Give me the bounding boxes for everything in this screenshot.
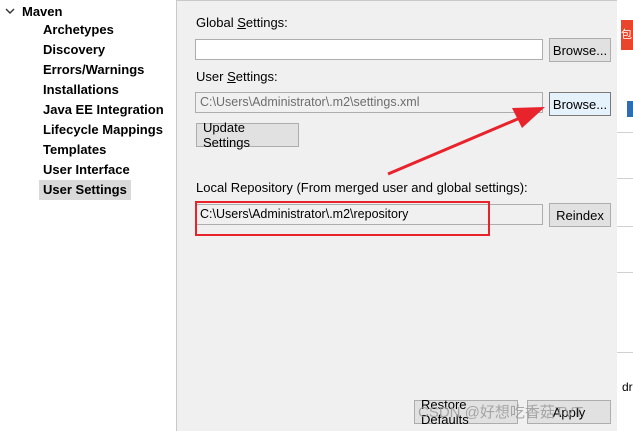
user-browse-button[interactable]: Browse... — [549, 92, 611, 116]
panel-top-border — [177, 0, 617, 1]
update-settings-button[interactable]: Update Settings — [196, 120, 299, 150]
tree-item-discovery[interactable]: Discovery — [39, 40, 109, 60]
preferences-tree: Maven Archetypes Discovery Errors/Warnin… — [0, 0, 176, 431]
user-settings-input[interactable]: C:\Users\Administrator\.m2\settings.xml — [195, 92, 543, 113]
tree-item-installations[interactable]: Installations — [39, 80, 123, 100]
background-line — [617, 226, 633, 227]
tree-item-errors-warnings[interactable]: Errors/Warnings — [39, 60, 148, 80]
annotation-highlight-box — [195, 201, 490, 236]
global-browse-button[interactable]: Browse... — [549, 38, 611, 62]
watermark: CSDN @好想吃香菇TVT — [418, 404, 584, 421]
background-line — [617, 272, 633, 273]
global-settings-label: Global Settings: — [196, 15, 288, 30]
tree-item-templates[interactable]: Templates — [39, 140, 110, 160]
tree-item-user-settings[interactable]: User Settings — [39, 180, 131, 200]
tree-node-label: Maven — [22, 3, 63, 19]
user-settings-label: User Settings: — [196, 69, 278, 84]
tree-item-archetypes[interactable]: Archetypes — [39, 20, 118, 40]
tree-item-user-interface[interactable]: User Interface — [39, 160, 134, 180]
background-window-edge — [617, 0, 633, 431]
tree-item-lifecycle-mappings[interactable]: Lifecycle Mappings — [39, 120, 167, 140]
background-line — [617, 352, 633, 353]
local-repository-label: Local Repository (From merged user and g… — [196, 180, 528, 195]
global-settings-input[interactable] — [195, 39, 543, 60]
background-blue-fragment — [627, 101, 633, 117]
background-red-fragment: 包 — [621, 20, 633, 50]
background-line — [617, 178, 633, 179]
reindex-button[interactable]: Reindex — [549, 203, 611, 227]
tree-node-maven[interactable]: Maven — [4, 2, 62, 20]
background-line — [617, 132, 633, 133]
chevron-down-icon[interactable] — [4, 5, 16, 17]
background-text-fragment: dr — [622, 380, 633, 394]
tree-item-java-ee-integration[interactable]: Java EE Integration — [39, 100, 168, 120]
